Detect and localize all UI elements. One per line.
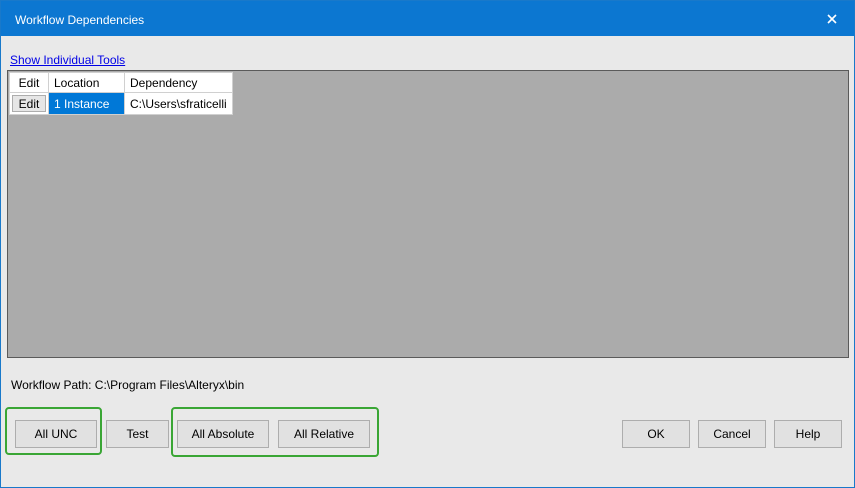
test-button[interactable]: Test	[106, 420, 169, 448]
window-title: Workflow Dependencies	[15, 13, 145, 27]
edit-cell: Edit	[9, 92, 49, 115]
column-header-edit: Edit	[9, 72, 49, 93]
row-edit-button[interactable]: Edit	[12, 95, 46, 112]
title-bar: Workflow Dependencies	[1, 1, 854, 36]
ok-button[interactable]: OK	[622, 420, 690, 448]
workflow-dependencies-dialog: Workflow Dependencies Show Individual To…	[0, 0, 855, 488]
help-button[interactable]: Help	[774, 420, 842, 448]
workflow-path-label: Workflow Path: C:\Program Files\Alteryx\…	[11, 378, 245, 392]
dependency-table: Edit Location Dependency Edit 1 Instance…	[9, 72, 233, 115]
close-button[interactable]	[810, 1, 854, 36]
column-header-location: Location	[48, 72, 125, 93]
location-cell[interactable]: 1 Instance	[48, 92, 125, 115]
dependency-grid: Edit Location Dependency Edit 1 Instance…	[7, 70, 849, 358]
dependency-cell[interactable]: C:\Users\sfraticelli	[124, 92, 233, 115]
close-icon	[827, 13, 837, 24]
table-row: Edit 1 Instance C:\Users\sfraticelli	[9, 92, 233, 115]
cancel-button[interactable]: Cancel	[698, 420, 766, 448]
show-individual-tools-link[interactable]: Show Individual Tools	[10, 53, 125, 67]
column-header-dependency: Dependency	[124, 72, 233, 93]
table-header-row: Edit Location Dependency	[9, 72, 233, 93]
all-absolute-button[interactable]: All Absolute	[177, 420, 269, 448]
all-relative-button[interactable]: All Relative	[278, 420, 370, 448]
all-unc-button[interactable]: All UNC	[15, 420, 97, 448]
